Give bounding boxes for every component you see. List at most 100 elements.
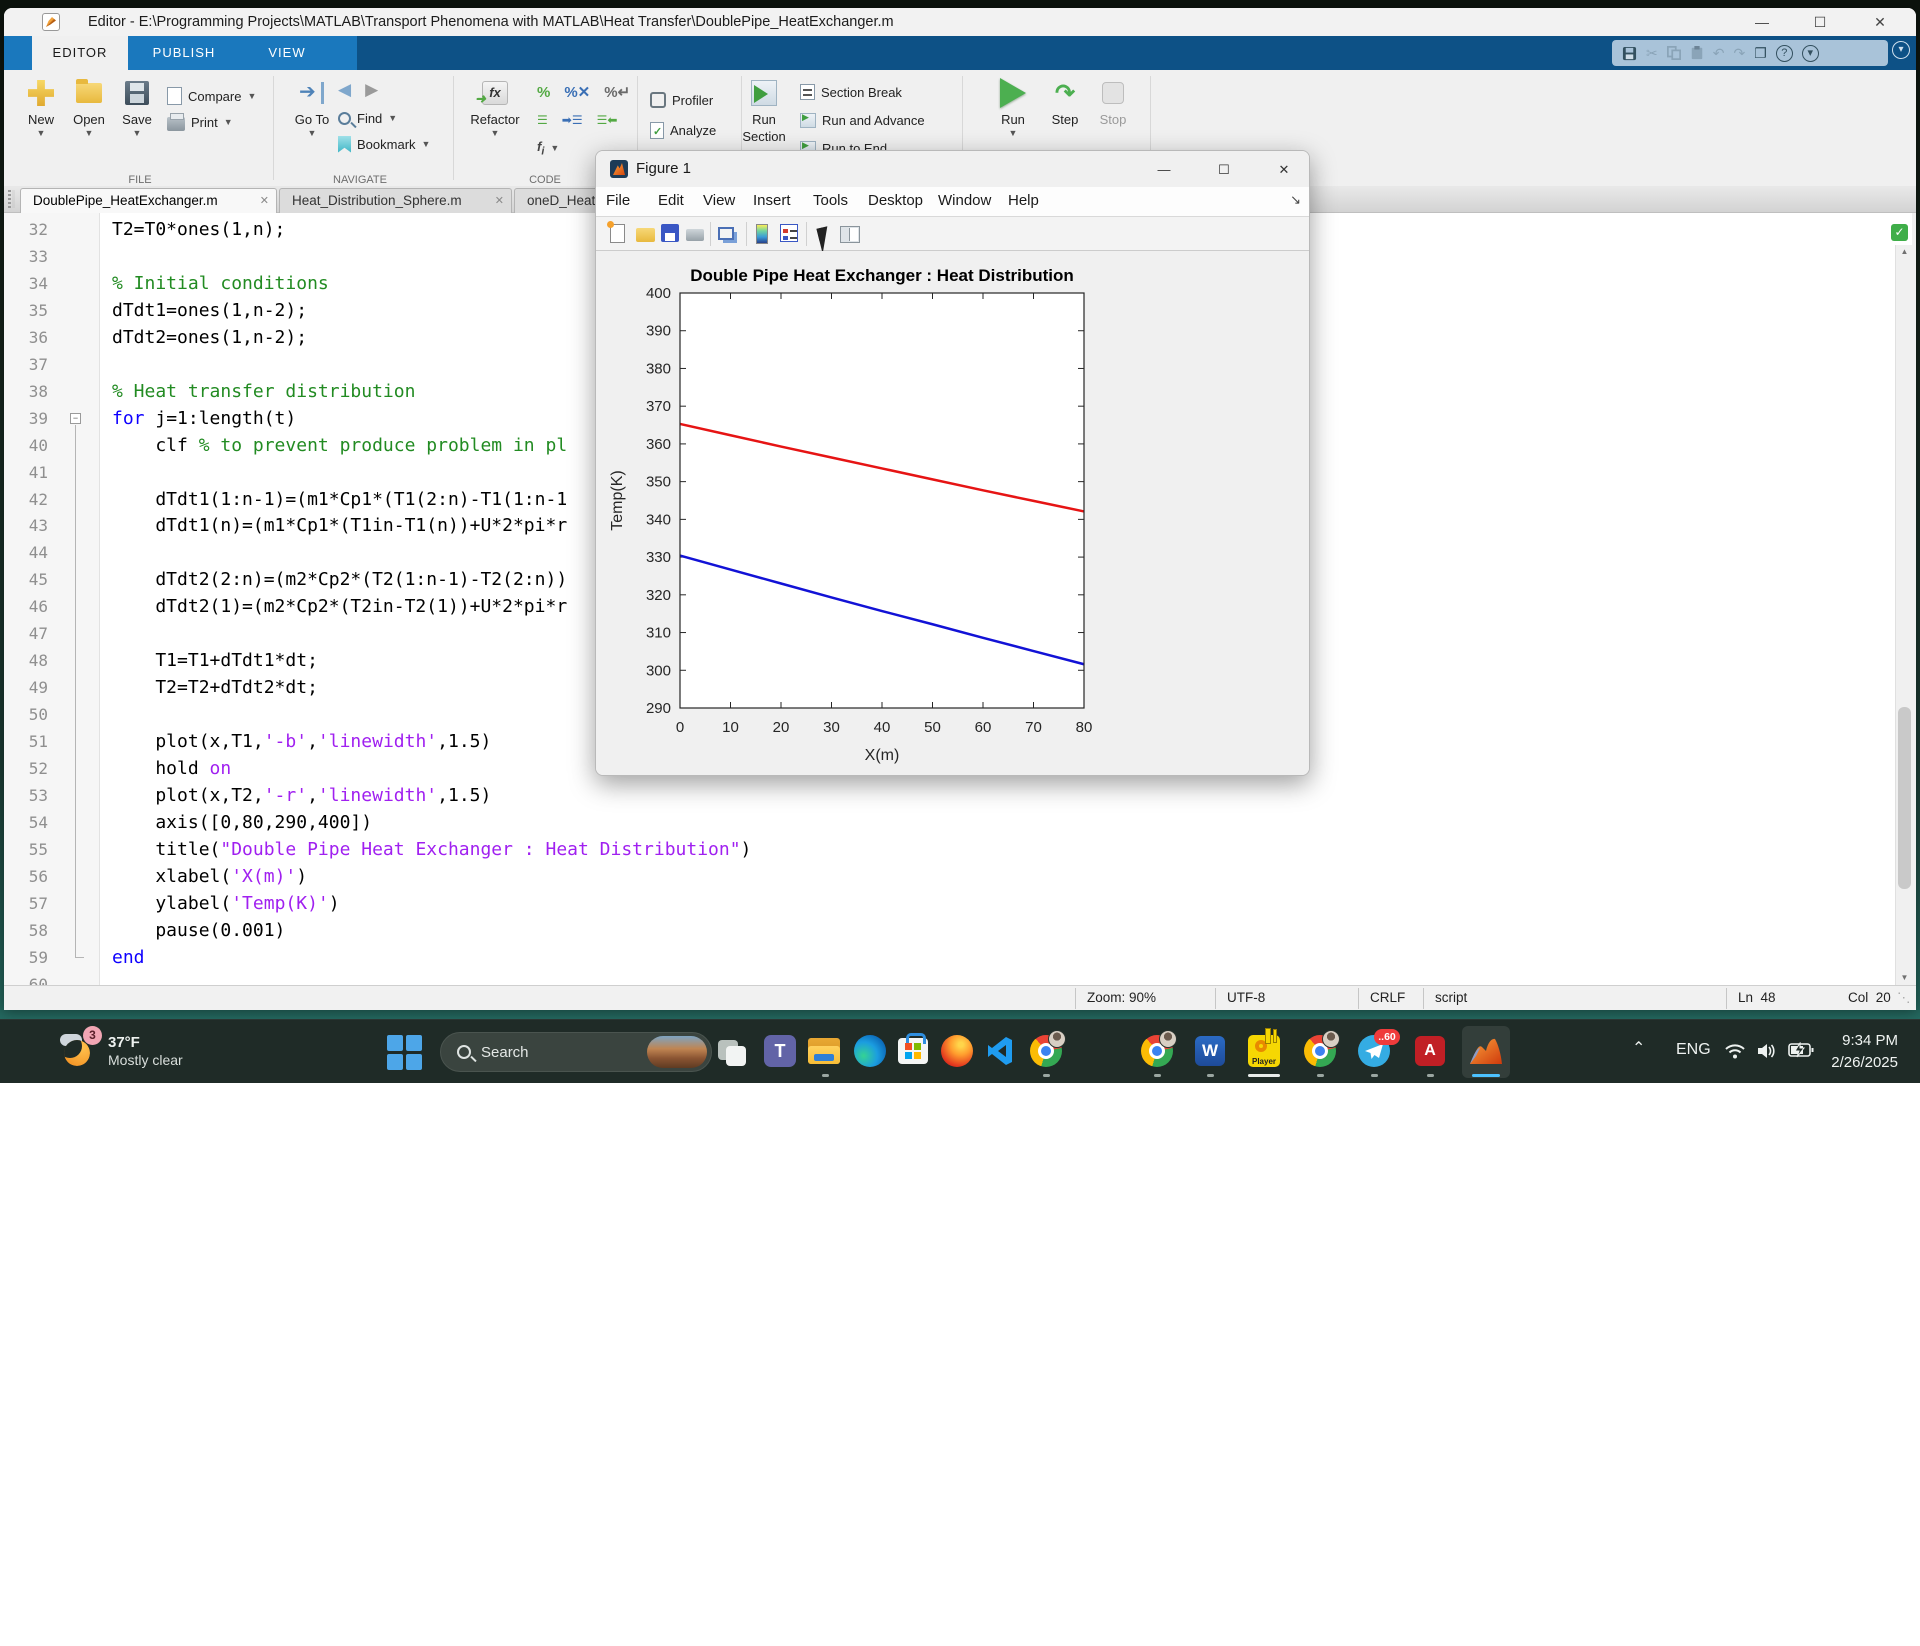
stop-button[interactable]: Stop <box>1084 76 1142 127</box>
edge-icon[interactable] <box>853 1034 887 1068</box>
run-button[interactable]: Run▼ <box>984 76 1042 138</box>
tab-close-icon[interactable]: ✕ <box>495 189 504 213</box>
dock-figure-icon[interactable]: ↘ <box>1290 192 1301 208</box>
status-zoom[interactable]: Zoom: 90% <box>1087 990 1156 1005</box>
file-tab[interactable]: DoublePipe_HeatExchanger.m✕ <box>20 188 277 213</box>
figure-menu-help[interactable]: Help <box>1008 192 1039 209</box>
tabbar-grip[interactable] <box>8 190 11 208</box>
paste-icon[interactable] <box>1690 46 1704 60</box>
tab-view[interactable]: VIEW <box>240 36 334 70</box>
figure-minimize-button[interactable]: — <box>1147 159 1181 181</box>
search-input[interactable]: Search <box>440 1032 712 1072</box>
figure-menu-insert[interactable]: Insert <box>753 192 791 209</box>
open-file-icon[interactable] <box>636 224 656 244</box>
vertical-scrollbar[interactable]: ▲ ▼ <box>1895 245 1912 985</box>
tab-close-icon[interactable]: ✕ <box>260 189 269 213</box>
figure-menu-window[interactable]: Window <box>938 192 991 209</box>
figure-menu-tools[interactable]: Tools <box>813 192 848 209</box>
file-explorer-icon[interactable] <box>808 1034 842 1068</box>
save-icon[interactable] <box>1622 46 1637 61</box>
property-inspector-icon[interactable] <box>840 224 860 244</box>
new-figure-icon[interactable] <box>610 224 630 244</box>
chrome-icon[interactable] <box>1140 1034 1174 1068</box>
teams-icon[interactable]: T <box>763 1034 797 1068</box>
profiler-button[interactable]: Profiler <box>650 88 713 112</box>
figure-close-button[interactable]: ✕ <box>1267 159 1301 181</box>
start-button[interactable] <box>386 1034 422 1070</box>
undo-icon[interactable]: ↶ <box>1713 45 1725 62</box>
run-section-button[interactable]: Run Section <box>734 76 794 144</box>
code-fold-toggle[interactable]: − <box>70 413 81 424</box>
refactor-button[interactable]: fx Refactor▼ <box>466 76 524 138</box>
help-icon[interactable]: ? <box>1776 45 1793 62</box>
scrollbar-thumb[interactable] <box>1898 707 1911 889</box>
resize-grip[interactable]: ⋱ <box>1897 990 1911 1006</box>
figure-menu-file[interactable]: File <box>606 192 630 209</box>
status-encoding[interactable]: UTF-8 <box>1227 990 1265 1005</box>
find-button[interactable]: Find▼ <box>338 106 397 130</box>
word-icon[interactable]: W <box>1193 1034 1227 1068</box>
figure-maximize-button[interactable]: ☐ <box>1207 159 1241 181</box>
figure-title-bar[interactable]: Figure 1 — ☐ ✕ <box>596 151 1309 187</box>
scroll-down-icon[interactable]: ▼ <box>1896 971 1912 985</box>
code-analyzer-indicator[interactable]: ✓ <box>1891 224 1908 241</box>
indent-buttons[interactable]: ☰ ➡☰ ☰⬅ <box>537 108 617 132</box>
insert-colorbar-icon[interactable] <box>753 224 773 244</box>
minimize-button[interactable]: — <box>1742 10 1782 34</box>
compare-button[interactable]: Compare▼ <box>167 84 256 108</box>
battery-charging-icon[interactable] <box>1788 1042 1814 1058</box>
line-number: 37 <box>4 351 48 378</box>
vscode-icon[interactable] <box>984 1034 1018 1068</box>
save-button[interactable]: Save▼ <box>108 76 166 138</box>
goto-button[interactable]: Go To▼ <box>283 76 341 138</box>
scroll-up-icon[interactable]: ▲ <box>1896 245 1912 259</box>
maximize-button[interactable]: ☐ <box>1800 10 1840 34</box>
title-bar[interactable]: Editor - E:\Programming Projects\MATLAB\… <box>4 8 1916 36</box>
telegram-icon[interactable]: ..60 <box>1357 1034 1391 1068</box>
run-and-advance-button[interactable]: Run and Advance <box>800 108 925 132</box>
file-tab[interactable]: Heat_Distribution_Sphere.m✕ <box>279 188 512 213</box>
figure-menu-view[interactable]: View <box>703 192 735 209</box>
nav-back-button[interactable]: ◀ ▶ <box>338 78 378 102</box>
save-figure-icon[interactable] <box>661 224 681 244</box>
firefox-icon[interactable] <box>940 1034 974 1068</box>
tab-editor[interactable]: EDITOR <box>32 36 128 70</box>
microsoft-store-icon[interactable] <box>896 1034 930 1068</box>
language-indicator[interactable]: ENG <box>1676 1041 1711 1059</box>
section-break-button[interactable]: Section Break <box>800 80 902 104</box>
code-line: 57 ylabel('Temp(K)') <box>4 890 1912 917</box>
weather-temp: 37°F <box>108 1033 183 1052</box>
redo-icon[interactable]: ↷ <box>1733 45 1745 62</box>
copy-icon[interactable] <box>1667 46 1681 60</box>
forward-arrow-icon[interactable]: ▶ <box>365 80 378 100</box>
chrome-icon[interactable] <box>1303 1034 1337 1068</box>
tab-publish[interactable]: PUBLISH <box>128 36 240 70</box>
function-hints-button[interactable]: fi▼ <box>537 136 559 160</box>
insert-legend-icon[interactable] <box>780 224 800 244</box>
clock[interactable]: 9:34 PM 2/26/2025 <box>1831 1030 1898 1074</box>
tray-chevron-icon[interactable]: ⌃ <box>1632 1038 1645 1058</box>
matlab-taskbar-tile[interactable] <box>1462 1026 1510 1078</box>
chrome-icon[interactable] <box>1029 1034 1063 1068</box>
print-figure-icon[interactable] <box>686 224 706 244</box>
player-icon[interactable]: Player <box>1247 1034 1281 1068</box>
bookmark-button[interactable]: Bookmark▼ <box>338 132 430 156</box>
analyze-button[interactable]: Analyze <box>650 118 716 142</box>
edit-plot-cursor-icon[interactable] <box>814 224 834 244</box>
figure-menu-edit[interactable]: Edit <box>658 192 684 209</box>
status-eol[interactable]: CRLF <box>1370 990 1405 1005</box>
qat-dropdown-icon[interactable]: ▾ <box>1802 45 1819 62</box>
cut-icon[interactable]: ✂ <box>1646 45 1658 62</box>
switch-windows-icon[interactable]: ❐ <box>1754 45 1767 62</box>
figure-menu-desktop[interactable]: Desktop <box>868 192 923 209</box>
wifi-icon[interactable] <box>1724 1042 1746 1060</box>
task-view-icon[interactable] <box>716 1034 750 1068</box>
close-button[interactable]: ✕ <box>1860 10 1900 34</box>
acrobat-icon[interactable]: A <box>1413 1034 1447 1068</box>
ribbon-collapse-icon[interactable]: ▾ <box>1892 41 1910 59</box>
volume-icon[interactable] <box>1756 1042 1778 1060</box>
weather-widget[interactable]: 3 37°F Mostly clear <box>58 1028 183 1072</box>
print-button[interactable]: Print▼ <box>167 110 233 134</box>
comment-buttons[interactable]: % %✕ %↵ <box>537 80 630 104</box>
link-plot-icon[interactable] <box>718 224 738 244</box>
